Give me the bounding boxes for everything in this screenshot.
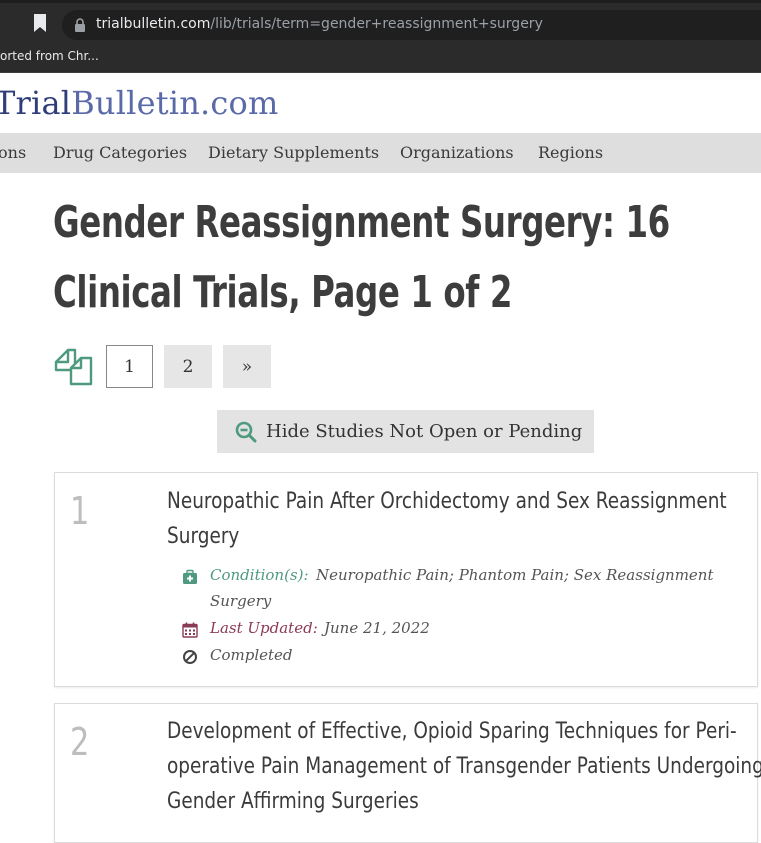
medkit-icon: [183, 569, 197, 584]
nav-item-conditions[interactable]: ons: [0, 143, 26, 162]
browser-address-bar: trialbulletin.com/lib/trials/term=gender…: [0, 0, 761, 44]
ban-icon: [183, 650, 197, 664]
bookmark-icon[interactable]: [33, 14, 47, 32]
bookmark-item[interactable]: orted from Chr...: [0, 49, 99, 63]
calendar-icon: [182, 622, 198, 638]
hide-studies-label: Hide Studies Not Open or Pending: [266, 421, 583, 442]
lock-icon: [75, 18, 85, 32]
page-title: Gender Reassignment Surgery: 16 Clinical…: [53, 197, 670, 318]
site-logo[interactable]: TrialBulletin.com: [0, 84, 279, 122]
zoom-out-icon: [235, 421, 257, 442]
status-text: Completed: [210, 646, 293, 664]
trial-card: 2 Development of Effective, Opioid Spari…: [54, 703, 761, 843]
main-nav: ons Drug Categories Dietary Supplements …: [0, 133, 761, 173]
nav-item-dietary-supplements[interactable]: Dietary Supplements: [208, 143, 379, 162]
url-text: trialbulletin.com/lib/trials/term=gender…: [96, 16, 543, 32]
nav-item-organizations[interactable]: Organizations: [400, 143, 514, 162]
trial-title-link[interactable]: Neuropathic Pain After Orchidectomy and …: [167, 484, 761, 554]
last-updated-value: June 21, 2022: [324, 619, 430, 637]
page-button-1[interactable]: 1: [106, 345, 153, 388]
trial-number: 1: [70, 489, 90, 533]
url-field[interactable]: trialbulletin.com/lib/trials/term=gender…: [62, 10, 761, 40]
bookmarks-bar: orted from Chr...: [0, 44, 761, 73]
last-updated-label: Last Updated:: [210, 619, 318, 637]
condition-value: Neuropathic Pain; Phantom Pain; Sex Reas…: [316, 566, 714, 584]
copy-icon[interactable]: [53, 346, 93, 386]
hide-studies-button[interactable]: Hide Studies Not Open or Pending: [217, 410, 594, 453]
trial-number: 2: [70, 720, 90, 764]
trial-title-link[interactable]: Development of Effective, Opioid Sparing…: [167, 714, 761, 819]
next-page-button[interactable]: »: [223, 345, 271, 388]
condition-value-continued: Surgery: [210, 592, 272, 610]
nav-item-regions[interactable]: Regions: [538, 143, 603, 162]
condition-label: Condition(s):: [210, 566, 309, 584]
nav-item-drug-categories[interactable]: Drug Categories: [53, 143, 187, 162]
page-button-2[interactable]: 2: [164, 345, 212, 388]
